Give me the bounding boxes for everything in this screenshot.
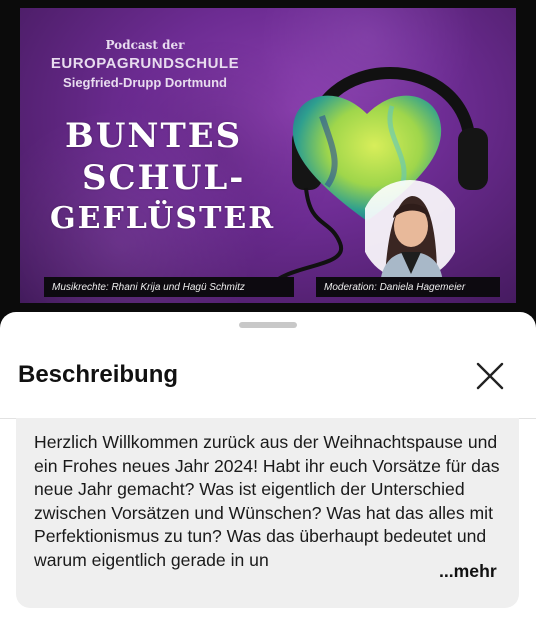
host-portrait (365, 180, 455, 283)
podcast-cover-area: Podcast der EUROPAGRUNDSCHULE Siegfried-… (0, 0, 536, 330)
cover-school-location: Siegfried-Drupp Dortmund (63, 75, 227, 90)
podcast-cover-image: Podcast der EUROPAGRUNDSCHULE Siegfried-… (20, 8, 516, 303)
cover-title-line1: BUNTES (65, 116, 243, 156)
sheet-title: Beschreibung (18, 361, 179, 388)
more-link[interactable]: ...mehr (439, 560, 497, 584)
sheet-drag-handle[interactable] (239, 322, 297, 328)
description-sheet: Beschreibung Herzlich Willkommen zurück … (0, 312, 536, 632)
cover-moderation-credit: Moderation: Daniela Hagemeier (316, 277, 500, 297)
cover-title-line2: SCHUL- (82, 158, 246, 198)
cover-title-line3: GEFLÜSTER (50, 201, 276, 236)
cover-podcast-label: Podcast der (105, 38, 185, 52)
close-icon (476, 362, 504, 390)
description-card[interactable]: Herzlich Willkommen zurück aus der Weihn… (16, 418, 519, 608)
cover-music-credit: Musikrechte: Rhani Krija und Hagü Schmit… (44, 277, 294, 297)
description-fade (354, 560, 434, 584)
cover-school-name: EUROPAGRUNDSCHULE (50, 55, 240, 72)
close-button[interactable] (470, 356, 510, 396)
